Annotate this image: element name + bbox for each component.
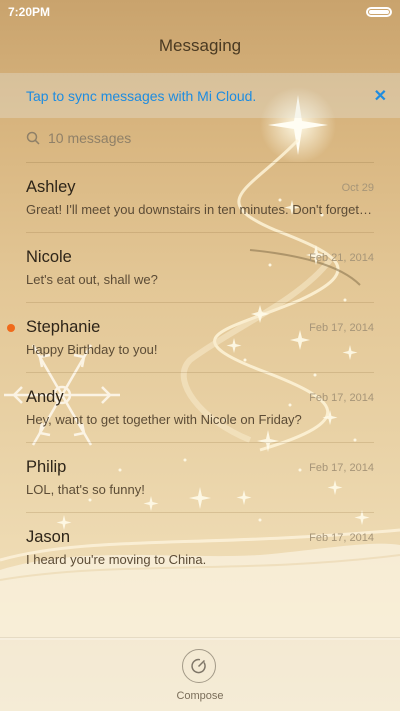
search-field[interactable]: 10 messages bbox=[26, 130, 131, 146]
close-icon[interactable]: ✕ bbox=[374, 86, 387, 106]
unread-indicator-dot bbox=[7, 324, 15, 332]
message-date: Feb 17, 2014 bbox=[309, 392, 374, 404]
contact-name: Ashley bbox=[26, 178, 76, 196]
sync-banner[interactable]: Tap to sync messages with Mi Cloud. ✕ bbox=[0, 73, 400, 118]
message-date: Feb 21, 2014 bbox=[309, 252, 374, 264]
conversation-row-jason[interactable]: Jason Feb 17, 2014 I heard you're moving… bbox=[0, 513, 400, 583]
sync-banner-text[interactable]: Tap to sync messages with Mi Cloud. bbox=[26, 88, 256, 104]
contact-name: Stephanie bbox=[26, 318, 101, 336]
search-placeholder: 10 messages bbox=[48, 130, 132, 146]
conversation-row-stephanie[interactable]: Stephanie Feb 17, 2014 Happy Birthday to… bbox=[0, 303, 400, 373]
contact-name: Nicole bbox=[26, 248, 72, 266]
message-date: Feb 17, 2014 bbox=[309, 322, 374, 334]
message-date: Feb 17, 2014 bbox=[309, 532, 374, 544]
messaging-screen: 7:20PM Messaging Tap to sync messages wi… bbox=[0, 0, 400, 711]
page-title: Messaging bbox=[158, 36, 242, 55]
message-preview: Let's eat out, shall we? bbox=[26, 272, 158, 287]
conversation-row-philip[interactable]: Philip Feb 17, 2014 LOL, that's so funny… bbox=[0, 443, 400, 513]
battery-icon bbox=[366, 7, 392, 17]
contact-name: Andy bbox=[26, 388, 64, 406]
contact-name: Philip bbox=[26, 458, 67, 476]
contact-name: Jason bbox=[26, 528, 71, 546]
conversation-list: Ashley Oct 29 Great! I'll meet you downs… bbox=[0, 163, 400, 583]
message-date: Feb 17, 2014 bbox=[309, 462, 374, 474]
status-bar: 7:20PM bbox=[0, 0, 400, 24]
message-preview: Great! I'll meet you downstairs in ten m… bbox=[26, 202, 374, 217]
message-preview: Happy Birthday to you! bbox=[26, 342, 158, 357]
compose-button[interactable] bbox=[182, 649, 216, 683]
search-icon bbox=[26, 131, 40, 145]
message-preview: Hey, want to get together with Nicole on… bbox=[26, 412, 302, 427]
compose-label[interactable]: Compose bbox=[0, 690, 400, 702]
conversation-row-nicole[interactable]: Nicole Feb 21, 2014 Let's eat out, shall… bbox=[0, 233, 400, 303]
compose-icon bbox=[191, 658, 206, 674]
conversation-row-andy[interactable]: Andy Feb 17, 2014 Hey, want to get toget… bbox=[0, 373, 400, 443]
conversation-row-ashley[interactable]: Ashley Oct 29 Great! I'll meet you downs… bbox=[0, 163, 400, 233]
status-time: 7:20PM bbox=[8, 5, 51, 19]
message-preview: LOL, that's so funny! bbox=[26, 482, 145, 497]
message-date: Oct 29 bbox=[341, 182, 374, 194]
message-preview: I heard you're moving to China. bbox=[26, 552, 207, 567]
